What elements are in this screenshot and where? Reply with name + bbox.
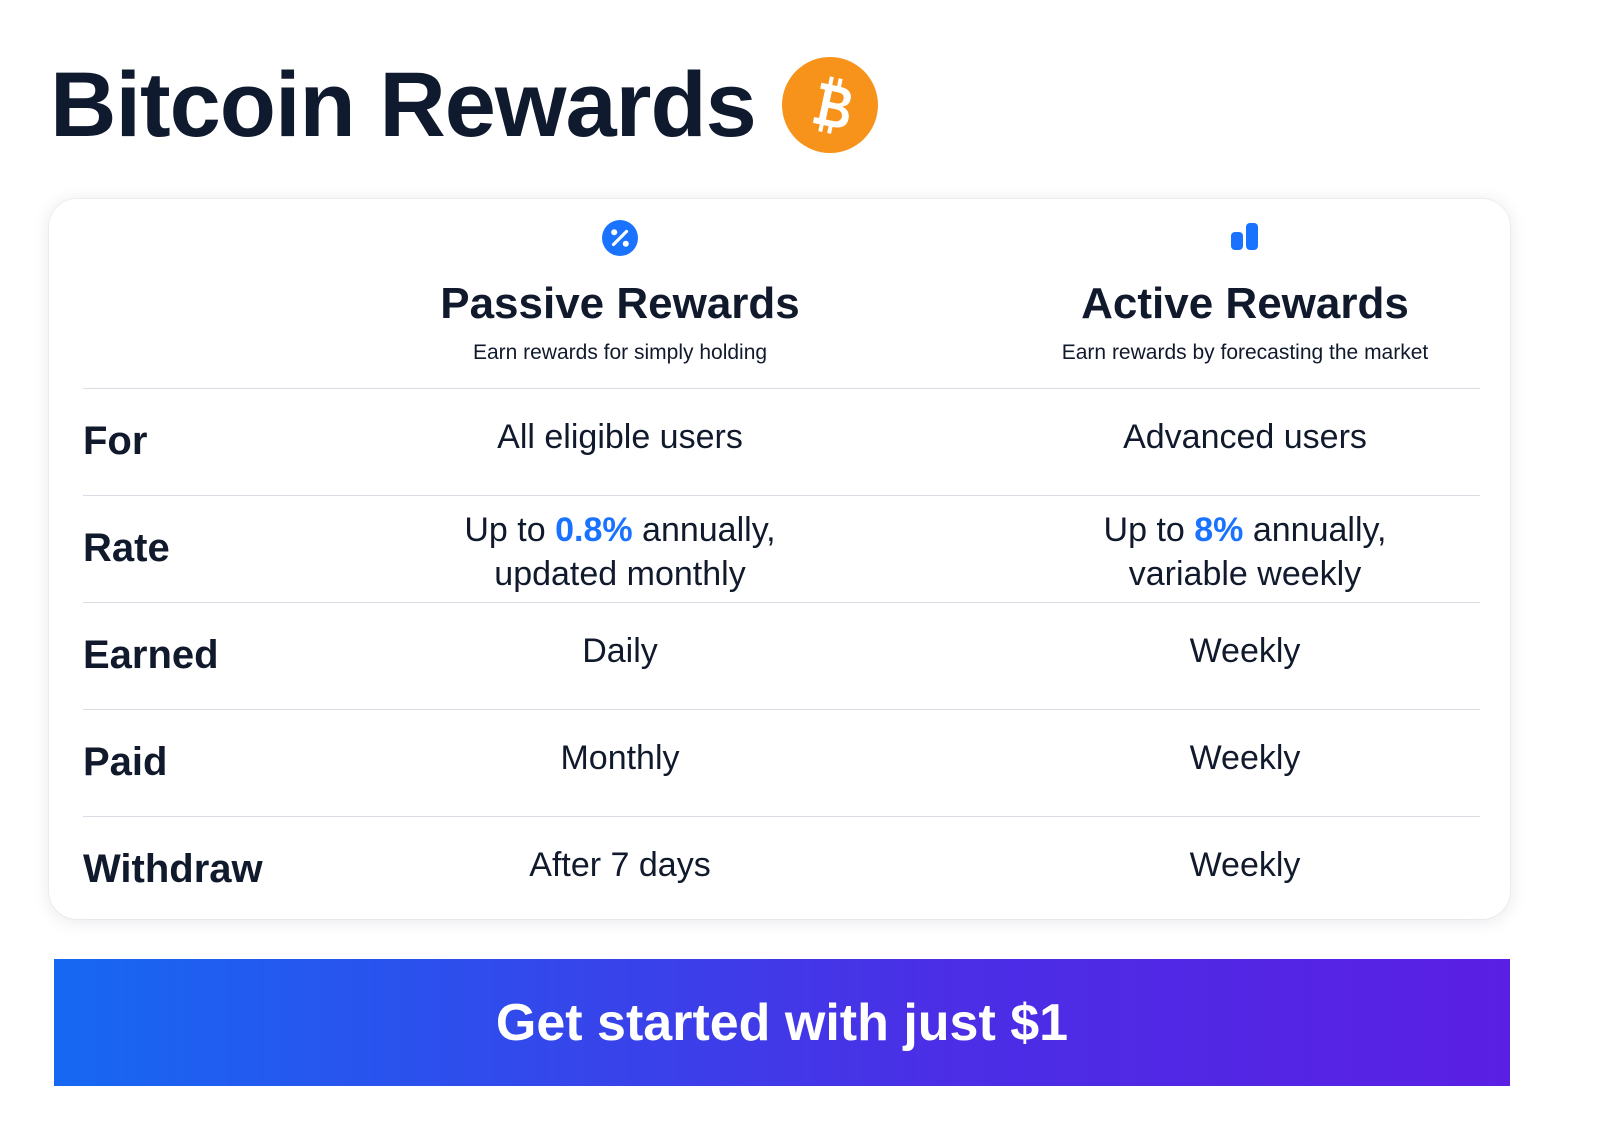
passive-rate-percent: 0.8% (555, 511, 633, 549)
row-label-earned: Earned (83, 633, 219, 677)
active-rewards-title: Active Rewards (1081, 279, 1409, 328)
passive-for-value: All eligible users (497, 418, 743, 456)
row-paid: Paid Monthly Weekly (83, 709, 1480, 817)
row-withdraw: Withdraw After 7 days Weekly (83, 816, 1480, 920)
passive-withdraw-value: After 7 days (529, 846, 711, 884)
row-label-paid: Paid (83, 740, 168, 784)
passive-earned-value: Daily (582, 632, 658, 670)
active-rate-prefix: Up to (1103, 511, 1195, 549)
percent-icon (601, 219, 639, 257)
get-started-button[interactable]: Get started with just $1 (54, 959, 1510, 1086)
active-for-value: Advanced users (1123, 418, 1367, 456)
row-label-withdraw: Withdraw (83, 847, 263, 891)
active-withdraw-value: Weekly (1189, 846, 1301, 884)
active-rate-percent: 8% (1194, 511, 1244, 549)
active-rate-suffix: annually, (1243, 511, 1387, 549)
bitcoin-icon (781, 57, 878, 153)
row-label-for: For (83, 419, 148, 463)
bar-chart-icon (1226, 219, 1264, 257)
page-title: Bitcoin Rewards (50, 54, 757, 156)
passive-paid-value: Monthly (560, 739, 680, 777)
passive-rewards-title: Passive Rewards (440, 279, 800, 328)
passive-rewards-subtitle: Earn rewards for simply holding (472, 341, 768, 364)
active-earned-value: Weekly (1189, 632, 1301, 670)
active-rate-line1: Up to 8% annually, (965, 508, 1525, 552)
row-label-rate: Rate (83, 526, 170, 570)
passive-rate-line2: updated monthly (494, 555, 746, 593)
row-earned: Earned Daily Weekly (83, 602, 1480, 710)
active-paid-value: Weekly (1189, 739, 1301, 777)
passive-rate-value: Up to 0.8% annually, updated monthly (340, 508, 900, 596)
passive-rate-prefix: Up to (464, 511, 556, 549)
active-rewards-subtitle: Earn rewards by forecasting the market (1061, 341, 1429, 364)
rewards-comparison-card: Passive Rewards Earn rewards for simply … (49, 199, 1510, 919)
page-header: Bitcoin Rewards (50, 50, 878, 160)
passive-rate-line1: Up to 0.8% annually, (340, 508, 900, 552)
active-rate-line2: variable weekly (1128, 555, 1362, 593)
passive-rate-suffix: annually, (632, 511, 776, 549)
passive-rewards-header: Passive Rewards Earn rewards for simply … (340, 199, 900, 388)
row-for: For All eligible users Advanced users (83, 388, 1480, 496)
row-rate: Rate Up to 0.8% annually, updated monthl… (83, 495, 1480, 603)
active-rate-value: Up to 8% annually, variable weekly (965, 508, 1525, 596)
active-rewards-header: Active Rewards Earn rewards by forecasti… (965, 199, 1525, 388)
